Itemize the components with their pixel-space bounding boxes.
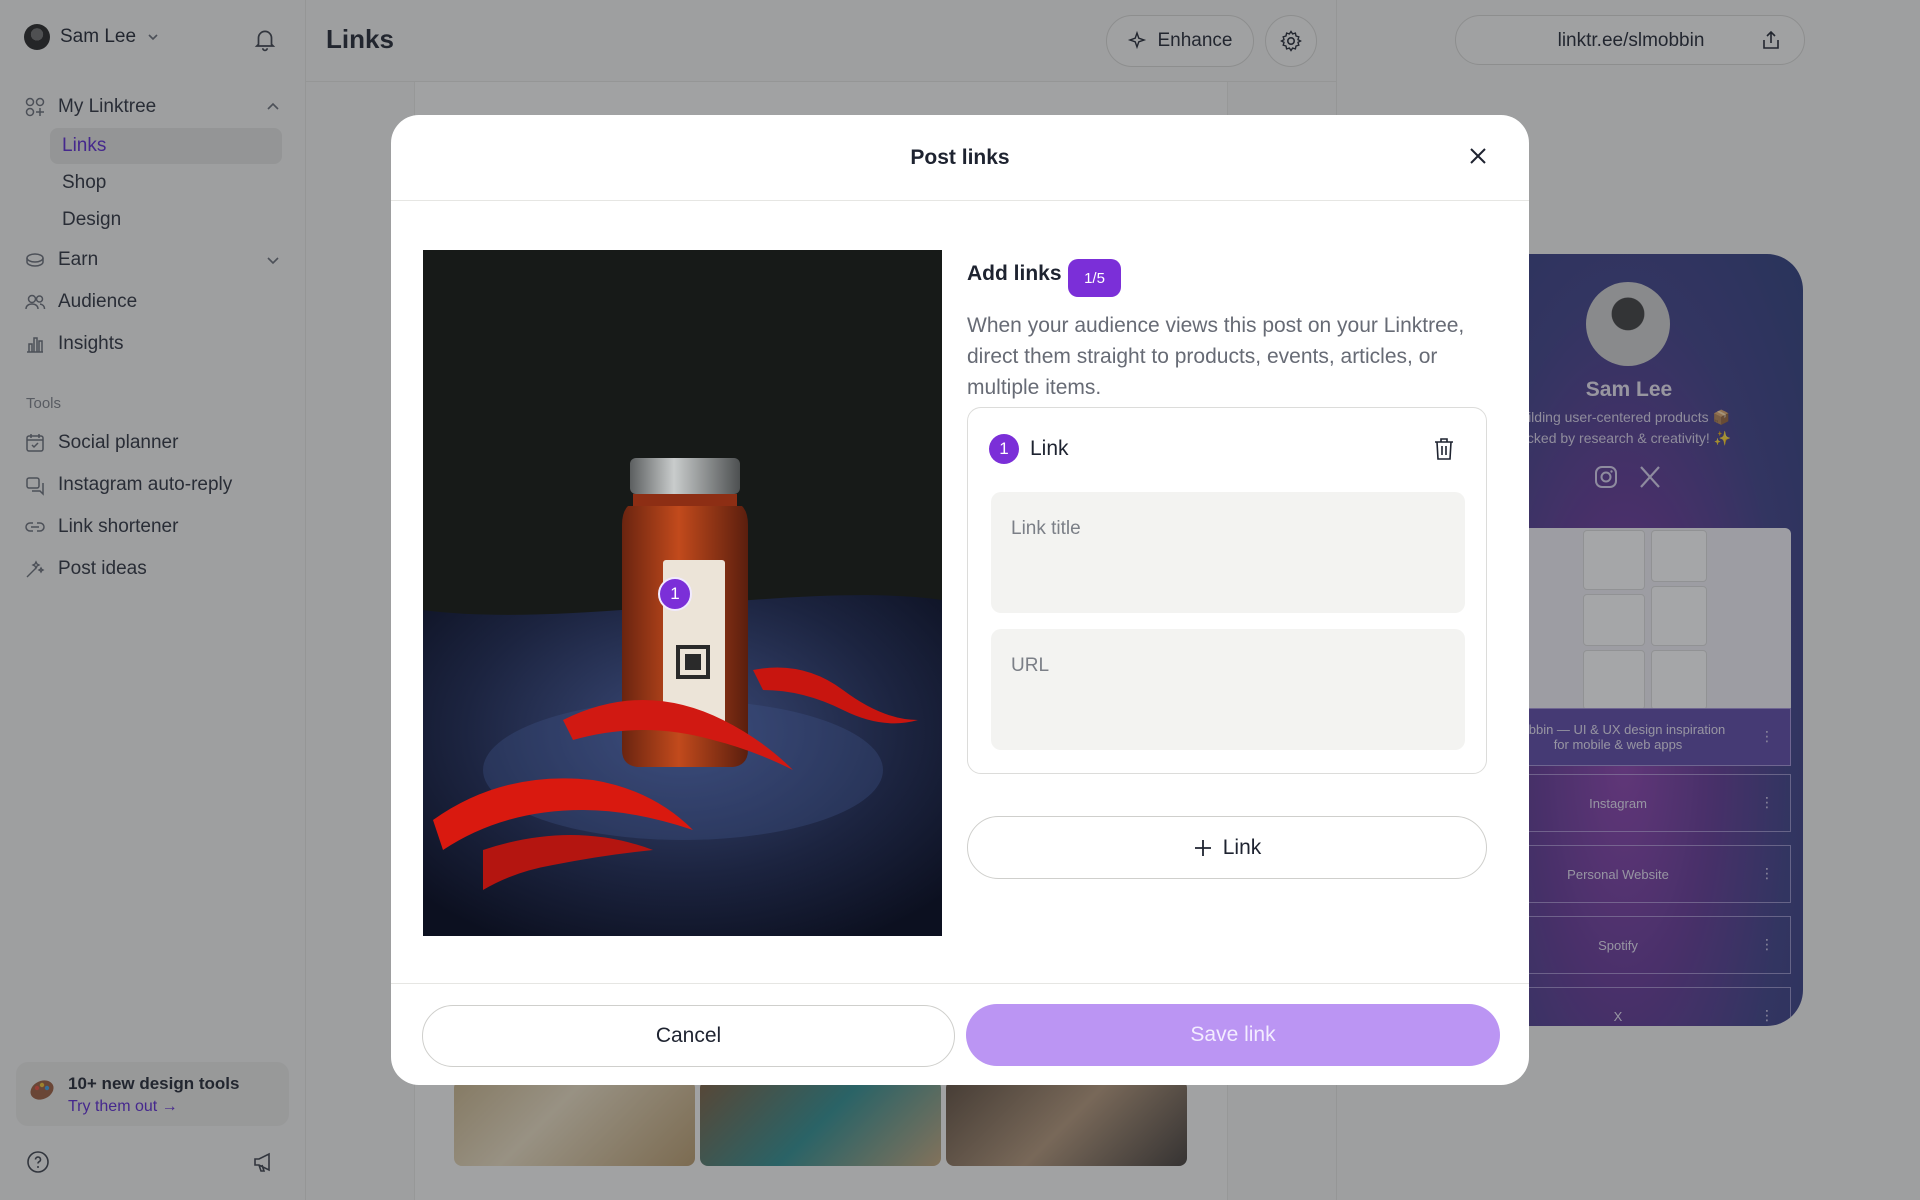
link-tag-marker[interactable]: 1 [658, 577, 692, 611]
add-link-label: Link [1222, 835, 1262, 859]
add-links-description: When your audience views this post on yo… [967, 314, 1465, 399]
cancel-button[interactable]: Cancel [422, 1005, 955, 1067]
post-image[interactable]: 1 [423, 250, 942, 936]
modal-footer: Cancel Save link [391, 983, 1529, 1085]
link-title-field[interactable] [991, 492, 1465, 613]
link-number-badge: 1 [989, 434, 1019, 464]
modal-header: Post links [391, 115, 1529, 201]
link-url-field[interactable] [991, 629, 1465, 750]
link-count-badge: 1/5 [1068, 259, 1121, 297]
post-links-modal: Post links 1 Add links 1/5 When your aud… [391, 115, 1529, 1085]
trash-icon[interactable] [1432, 436, 1456, 462]
save-link-button[interactable]: Save link [966, 1004, 1500, 1066]
close-icon[interactable] [1465, 143, 1491, 169]
add-links-heading: Add links [967, 262, 1062, 285]
modal-title: Post links [910, 146, 1010, 169]
link-card-label: Link [1030, 437, 1069, 460]
add-link-button[interactable]: Link [967, 816, 1487, 879]
plus-icon [1194, 839, 1211, 856]
link-card: 1 Link [967, 407, 1487, 774]
